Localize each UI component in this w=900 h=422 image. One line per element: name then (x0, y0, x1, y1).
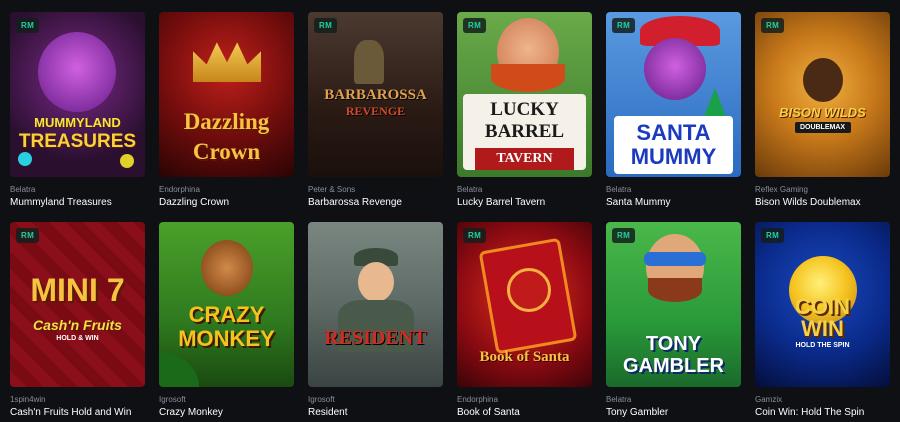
beard-icon (648, 278, 702, 302)
game-art-subtitle: BARREL (484, 121, 565, 142)
game-name[interactable]: Book of Santa (457, 407, 592, 418)
game-thumbnail[interactable]: RM BARBAROSSA REVENGE (308, 12, 443, 177)
mummy-character-icon (644, 38, 706, 100)
game-name[interactable]: Tony Gambler (606, 407, 741, 418)
pirate-character-icon (354, 40, 384, 84)
rm-badge: RM (463, 228, 487, 243)
game-thumbnail[interactable]: RM Book of Santa (457, 222, 592, 387)
game-provider: Igrosoft (308, 395, 335, 404)
monkey-icon (201, 240, 253, 296)
game-thumbnail[interactable]: RESIDENT (308, 222, 443, 387)
mummy-character-icon (38, 32, 116, 112)
game-art-title: TONY (645, 333, 702, 355)
game-art-subtitle: MUMMY (630, 144, 717, 169)
game-name[interactable]: Lucky Barrel Tavern (457, 197, 592, 208)
bison-icon (803, 58, 843, 102)
game-card-crazy-monkey[interactable]: CRAZY MONKEY Igrosoft Crazy Monkey (159, 222, 294, 418)
game-art-subtitle: MONKEY (178, 326, 275, 351)
game-provider: Endorphina (159, 185, 200, 194)
rm-badge: RM (761, 228, 785, 243)
game-name[interactable]: Cash'n Fruits Hold and Win (10, 407, 145, 418)
rm-badge: RM (16, 228, 40, 243)
leaf-icon (159, 352, 199, 387)
game-card-dazzling-crown[interactable]: Dazzling Crown Endorphina Dazzling Crown (159, 12, 294, 208)
rm-badge: RM (16, 18, 40, 33)
game-thumbnail[interactable]: RM MINI 7 Cash'n Fruits HOLD & WIN (10, 222, 145, 387)
game-art-title: CRAZY (188, 302, 265, 327)
game-name[interactable]: Barbarossa Revenge (308, 197, 443, 208)
game-art-title: MINI 7 (30, 272, 125, 308)
rm-badge: RM (612, 18, 636, 33)
game-provider: 1spin4win (10, 395, 46, 404)
game-art-subtitle: DOUBLEMAX (799, 124, 846, 131)
games-grid: RM MUMMYLAND TREASURES Belatra Mummyland… (0, 0, 900, 422)
game-provider: Gamzix (755, 395, 783, 404)
mask-icon (644, 252, 706, 266)
gem-icon (120, 154, 134, 168)
game-art-subtitle: REVENGE (345, 104, 406, 118)
beard-icon (491, 64, 565, 92)
game-art-title: SANTA (636, 120, 711, 145)
game-provider: Belatra (606, 395, 632, 404)
game-art-title: RESIDENT (324, 327, 427, 349)
game-art-title: MUMMYLAND (34, 115, 121, 130)
game-art-subtitle: WIN (801, 316, 844, 341)
game-name[interactable]: Mummyland Treasures (10, 197, 145, 208)
game-art-subtitle: GAMBLER (622, 355, 725, 377)
game-provider: Belatra (457, 185, 483, 194)
game-name[interactable]: Coin Win: Hold The Spin (755, 407, 890, 418)
game-art-title: LUCKY (490, 99, 559, 120)
game-name[interactable]: Resident (308, 407, 443, 418)
game-thumbnail[interactable]: RM SANTA MUMMY (606, 12, 741, 177)
game-provider: Belatra (606, 185, 632, 194)
game-name[interactable]: Dazzling Crown (159, 197, 294, 208)
game-card-mummyland-treasures[interactable]: RM MUMMYLAND TREASURES Belatra Mummyland… (10, 12, 145, 208)
game-thumbnail[interactable]: Dazzling Crown (159, 12, 294, 177)
game-provider: Peter & Sons (308, 185, 356, 194)
rm-badge: RM (612, 228, 636, 243)
game-name[interactable]: Crazy Monkey (159, 407, 294, 418)
game-art-caption: HOLD THE SPIN (795, 342, 850, 349)
game-thumbnail[interactable]: RM BISON WILDS DOUBLEMAX (755, 12, 890, 177)
game-card-resident[interactable]: RESIDENT Igrosoft Resident (308, 222, 443, 418)
game-thumbnail[interactable]: RM LUCKY BARREL TAVERN (457, 12, 592, 177)
rm-badge: RM (314, 18, 338, 33)
rm-badge: RM (761, 18, 785, 33)
game-thumbnail[interactable]: RM TONY GAMBLER (606, 222, 741, 387)
crown-icon (193, 42, 261, 82)
game-art-subtitle: TREASURES (18, 131, 137, 152)
game-provider: Belatra (10, 185, 36, 194)
game-art-title: BARBAROSSA (324, 87, 427, 103)
game-card-coin-win[interactable]: RM COIN WIN HOLD THE SPIN Gamzix Coin Wi… (755, 222, 890, 418)
game-thumbnail[interactable]: CRAZY MONKEY (159, 222, 294, 387)
game-card-bison-wilds-doublemax[interactable]: RM BISON WILDS DOUBLEMAX Reflex Gaming B… (755, 12, 890, 208)
game-card-lucky-barrel-tavern[interactable]: RM LUCKY BARREL TAVERN Belatra Lucky Bar… (457, 12, 592, 208)
game-name[interactable]: Bison Wilds Doublemax (755, 197, 890, 208)
game-card-santa-mummy[interactable]: RM SANTA MUMMY Belatra Santa Mummy (606, 12, 741, 208)
game-card-book-of-santa[interactable]: RM Book of Santa Endorphina Book of Sant… (457, 222, 592, 418)
game-art-title: Book of Santa (479, 349, 570, 365)
game-art-caption: HOLD & WIN (56, 335, 99, 342)
game-art-title: BISON WILDS (779, 105, 866, 120)
game-thumbnail[interactable]: RM MUMMYLAND TREASURES (10, 12, 145, 177)
game-art-subtitle: Crown (192, 139, 261, 164)
game-card-cashn-fruits[interactable]: RM MINI 7 Cash'n Fruits HOLD & WIN 1spin… (10, 222, 145, 418)
officer-face-icon (358, 262, 394, 302)
game-art-subtitle: Cash'n Fruits (33, 317, 122, 333)
game-art-caption: TAVERN (496, 151, 553, 166)
game-name[interactable]: Santa Mummy (606, 197, 741, 208)
gem-icon (18, 152, 32, 166)
game-card-barbarossa-revenge[interactable]: RM BARBAROSSA REVENGE Peter & Sons Barba… (308, 12, 443, 208)
game-provider: Reflex Gaming (755, 185, 808, 194)
emblem-icon (507, 268, 551, 312)
game-card-tony-gambler[interactable]: RM TONY GAMBLER Belatra Tony Gambler (606, 222, 741, 418)
game-thumbnail[interactable]: RM COIN WIN HOLD THE SPIN (755, 222, 890, 387)
game-art-title: Dazzling (183, 109, 270, 134)
game-art-title: COIN (795, 294, 850, 319)
game-provider: Endorphina (457, 395, 498, 404)
rm-badge: RM (463, 18, 487, 33)
game-provider: Igrosoft (159, 395, 186, 404)
